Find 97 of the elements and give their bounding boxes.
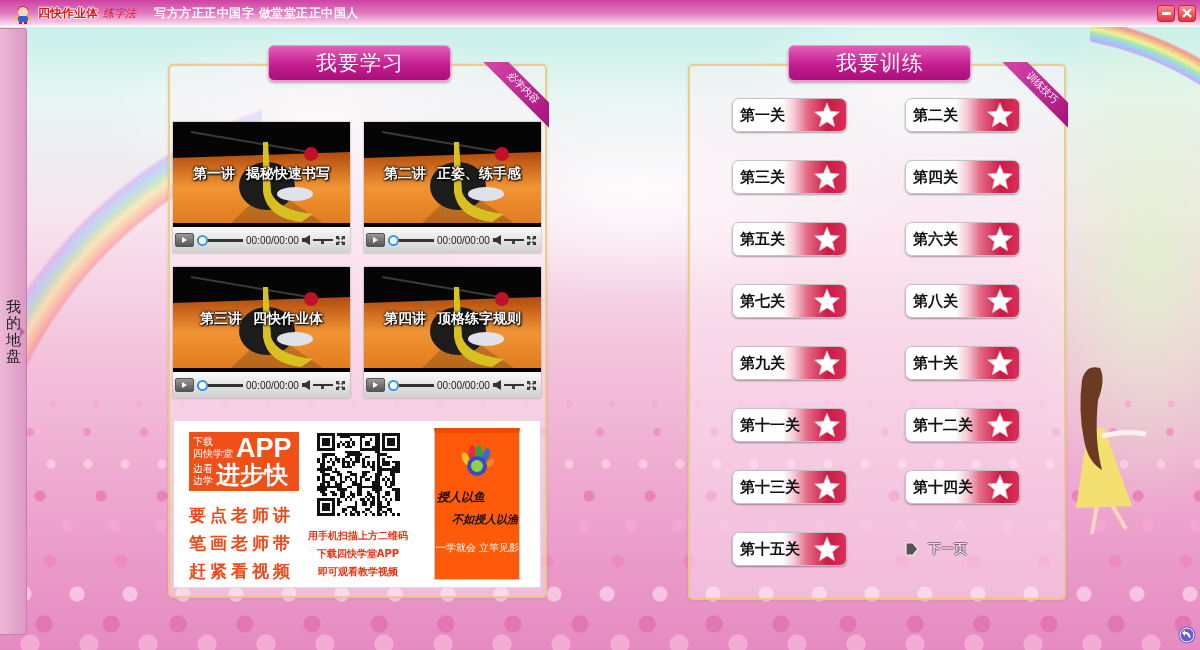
- volume-handle[interactable]: [512, 386, 516, 389]
- play-button[interactable]: [366, 378, 385, 392]
- qr-instruction: 下载四快学堂APP: [316, 547, 400, 561]
- seek-bar[interactable]: [388, 234, 434, 246]
- seek-handle[interactable]: [197, 379, 208, 391]
- star-icon: [814, 536, 840, 562]
- app-name: 四快作业体: [38, 4, 98, 22]
- back-icon[interactable]: [1178, 626, 1196, 644]
- calligraphy-text: 不如授人以渔: [452, 512, 519, 527]
- fullscreen-icon[interactable]: [335, 380, 345, 390]
- stage-button[interactable]: 第十二关: [905, 408, 1020, 442]
- fullscreen-icon[interactable]: [526, 380, 536, 390]
- star-icon: [987, 288, 1013, 314]
- stage-button[interactable]: 第九关: [732, 346, 847, 380]
- stage-button[interactable]: 第四关: [905, 160, 1020, 194]
- video-time: 00:00/00:00: [437, 379, 490, 391]
- play-icon: [373, 237, 378, 243]
- star-icon: [814, 288, 840, 314]
- play-button[interactable]: [366, 233, 385, 247]
- volume-slider[interactable]: [312, 236, 333, 244]
- star-icon: [987, 412, 1013, 438]
- video-time: 00:00/00:00: [246, 234, 299, 246]
- star-icon: [814, 474, 840, 500]
- stage-button[interactable]: 第三关: [732, 160, 847, 194]
- play-button[interactable]: [175, 233, 194, 247]
- seek-bar[interactable]: [388, 379, 434, 391]
- motto-text: 一学就会: [435, 541, 476, 555]
- minimize-icon: [1161, 11, 1171, 15]
- badge-headline: APP: [236, 435, 292, 461]
- stage-button[interactable]: 第十一关: [732, 408, 847, 442]
- volume-slider[interactable]: [503, 236, 524, 244]
- side-tab[interactable]: 我的地盘: [0, 28, 27, 635]
- play-icon: [182, 237, 187, 243]
- close-icon: [1182, 8, 1192, 18]
- play-icon: [182, 382, 187, 388]
- seek-handle[interactable]: [197, 234, 208, 246]
- seek-bar[interactable]: [197, 379, 243, 391]
- caret-icon: [20, 326, 25, 337]
- volume-icon[interactable]: [301, 235, 310, 245]
- section-title-banner: 我要训练: [788, 45, 971, 81]
- star-icon: [987, 226, 1013, 252]
- badge-caption: 边看: [193, 463, 213, 475]
- volume-handle[interactable]: [321, 241, 325, 244]
- seek-handle[interactable]: [388, 379, 399, 391]
- stage-button[interactable]: 第十三关: [732, 470, 847, 504]
- stage-button[interactable]: 第二关: [905, 98, 1020, 132]
- badge-headline: 进步快: [216, 462, 288, 488]
- hand-logo-icon: [460, 445, 494, 477]
- stage-button[interactable]: 第五关: [732, 222, 847, 256]
- star-icon: [814, 102, 840, 128]
- minimize-button[interactable]: [1157, 4, 1175, 22]
- promo-slogan: 赶紧看视频: [189, 560, 295, 583]
- star-icon: [987, 350, 1013, 376]
- star-icon: [814, 412, 840, 438]
- qr-code-icon: [316, 433, 400, 516]
- seek-bar[interactable]: [197, 234, 243, 246]
- badge-caption: 下载: [193, 436, 214, 448]
- calligraphy-text: 授人以鱼: [436, 489, 485, 506]
- star-icon: [814, 350, 840, 376]
- seek-handle[interactable]: [388, 234, 399, 246]
- app-subtitle: 练字法: [103, 5, 136, 21]
- promo-slogan: 笔画老师带: [189, 532, 295, 555]
- badge-caption: 边学: [193, 475, 213, 487]
- close-button[interactable]: [1178, 4, 1196, 22]
- section-title-banner: 我要学习: [268, 45, 451, 81]
- promo-slogan: 要点老师讲: [189, 504, 295, 527]
- stage-button[interactable]: 第十四关: [905, 470, 1020, 504]
- play-button[interactable]: [175, 378, 194, 392]
- volume-slider[interactable]: [312, 381, 333, 389]
- video-time: 00:00/00:00: [246, 379, 299, 391]
- star-icon: [814, 226, 840, 252]
- volume-handle[interactable]: [321, 386, 325, 389]
- star-icon: [987, 474, 1013, 500]
- badge-caption: 四快学堂: [193, 448, 233, 460]
- video-time: 00:00/00:00: [437, 234, 490, 246]
- star-icon: [814, 164, 840, 190]
- volume-slider[interactable]: [503, 381, 524, 389]
- slogan-text: 写方方正正中国字 做堂堂正正中国人: [154, 5, 359, 21]
- volume-handle[interactable]: [512, 241, 516, 244]
- qr-instruction: 即可观看教学视频: [318, 565, 398, 579]
- stage-button[interactable]: 第六关: [905, 222, 1020, 256]
- star-icon: [987, 164, 1013, 190]
- fullscreen-icon[interactable]: [335, 235, 345, 245]
- stage-button[interactable]: 第十五关: [732, 532, 847, 566]
- arrow-right-icon: [905, 541, 919, 557]
- volume-icon[interactable]: [492, 235, 501, 245]
- motto-text: 立竿见影: [478, 541, 519, 555]
- stage-button[interactable]: 第十关: [905, 346, 1020, 380]
- qr-instruction: 用手机扫描上方二维码: [308, 529, 408, 543]
- stage-button[interactable]: 第一关: [732, 98, 847, 132]
- volume-icon[interactable]: [492, 380, 501, 390]
- play-icon: [373, 382, 378, 388]
- stage-button[interactable]: 第七关: [732, 284, 847, 318]
- star-icon: [987, 102, 1013, 128]
- fullscreen-icon[interactable]: [526, 235, 536, 245]
- volume-icon[interactable]: [301, 380, 310, 390]
- stage-button[interactable]: 第八关: [905, 284, 1020, 318]
